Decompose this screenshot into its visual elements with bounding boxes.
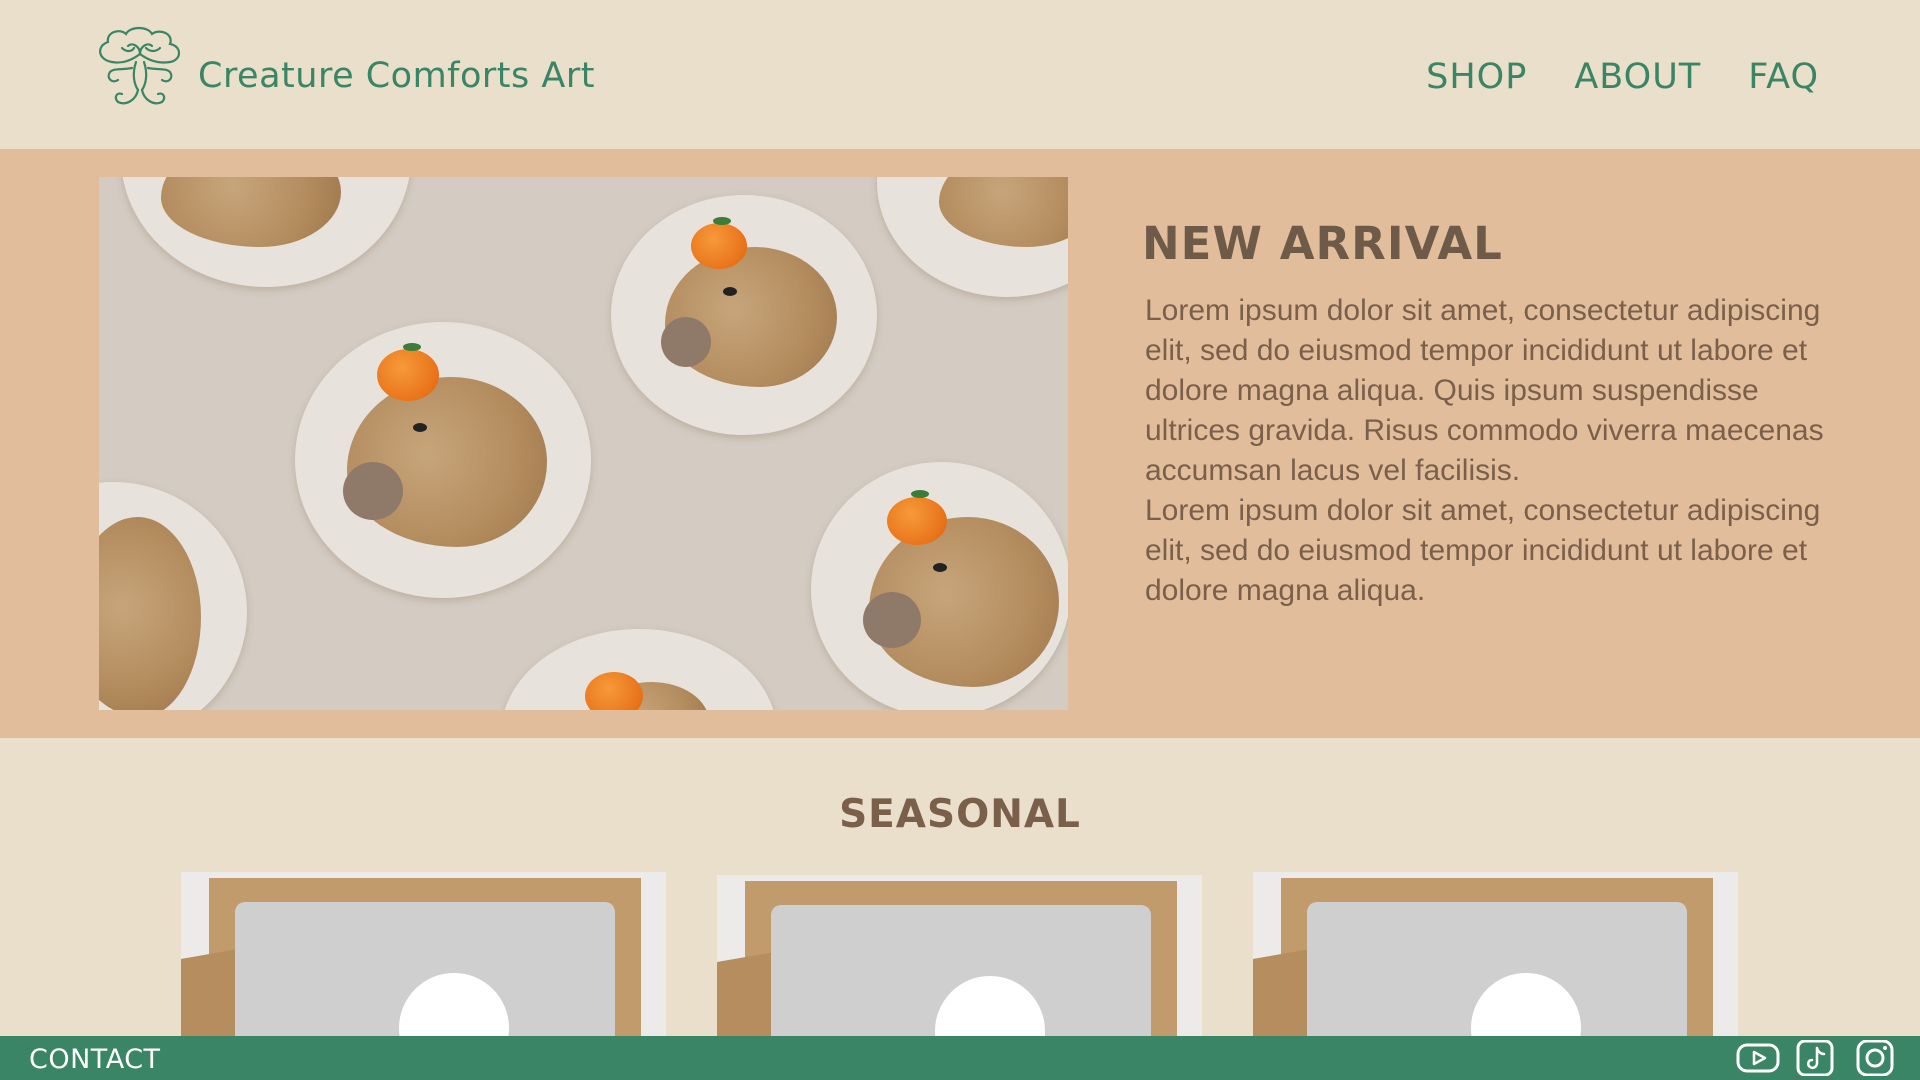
capybara-sticker-image [99,177,1068,710]
nav-shop[interactable]: SHOP [1426,57,1527,97]
hero-paragraph-2: Lorem ipsum dolor sit amet, consectetur … [1145,494,1821,607]
seasonal-title: SEASONAL [839,792,1081,837]
nav-about[interactable]: ABOUT [1574,57,1701,97]
social-links [1736,1039,1894,1077]
seasonal-card-3[interactable] [1253,872,1738,1036]
instagram-icon[interactable] [1856,1039,1894,1077]
seasonal-card-2[interactable] [717,875,1202,1039]
tiktok-icon[interactable] [1796,1039,1834,1077]
tree-logo-icon[interactable] [92,24,188,108]
hero-title: NEW ARRIVAL [1142,217,1503,270]
hero-paragraph-1: Lorem ipsum dolor sit amet, consectetur … [1145,294,1824,487]
new-arrival-section: NEW ARRIVAL Lorem ipsum dolor sit amet, … [0,149,1920,738]
brand-name[interactable]: Creature Comforts Art [198,56,595,96]
nav-faq[interactable]: FAQ [1748,57,1819,97]
contact-link[interactable]: CONTACT [29,1044,161,1075]
hero-description: Lorem ipsum dolor sit amet, consectetur … [1145,291,1825,611]
site-footer: CONTACT [0,1036,1920,1080]
site-header: Creature Comforts Art SHOP ABOUT FAQ [0,0,1920,149]
main-nav: SHOP ABOUT FAQ [1426,57,1819,97]
youtube-icon[interactable] [1736,1040,1780,1076]
seasonal-card-1[interactable] [181,872,666,1036]
